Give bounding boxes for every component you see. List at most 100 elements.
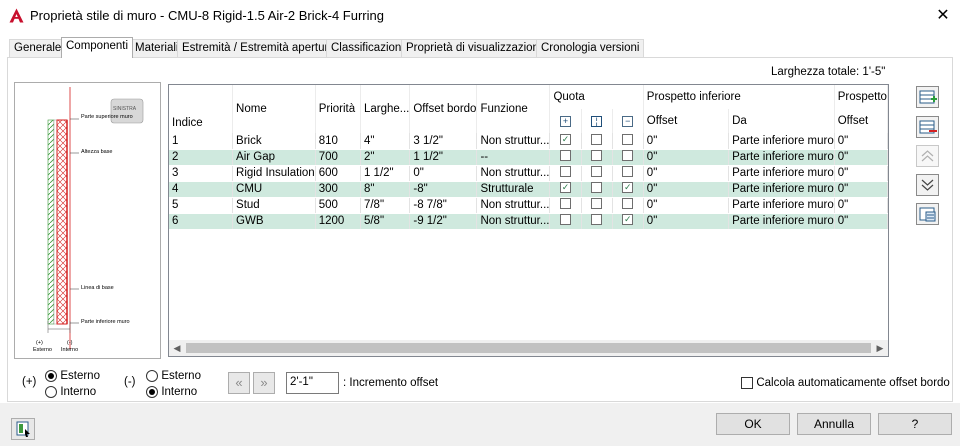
floor-line-button[interactable] xyxy=(11,418,35,440)
checkbox-unchecked-icon[interactable] xyxy=(622,150,634,162)
cell-index[interactable]: 1 xyxy=(169,133,234,150)
cell-dim-center[interactable] xyxy=(581,181,613,198)
cell-function[interactable]: Non struttur... xyxy=(476,165,551,182)
header-dim-exterior[interactable]: + xyxy=(549,109,582,133)
checkbox-unchecked-icon[interactable] xyxy=(591,150,603,162)
close-button[interactable]: ✕ xyxy=(928,2,958,30)
checkbox-unchecked-icon[interactable] xyxy=(622,198,634,210)
auto-offset-checkbox[interactable]: Calcola automaticamente offset bordo xyxy=(741,375,950,389)
cell-dim-exterior[interactable] xyxy=(549,213,582,230)
cell-dim-center[interactable] xyxy=(581,165,613,182)
cell-dim-interior[interactable] xyxy=(612,133,644,150)
cell-bottom-from[interactable]: Parte inferiore muro xyxy=(728,133,835,150)
cell-bottom-from[interactable]: Parte inferiore muro xyxy=(728,197,835,214)
table-row[interactable]: 6 GWB 1200 5/8" -9 1/2" Non struttur... ✓ 0" Par… xyxy=(169,213,888,230)
help-button[interactable]: ? xyxy=(878,413,952,435)
cell-function[interactable]: -- xyxy=(476,149,551,166)
cell-dim-center[interactable] xyxy=(581,133,613,150)
cell-width[interactable]: 7/8" xyxy=(360,197,411,214)
cell-index[interactable]: 6 xyxy=(169,213,234,230)
cell-priority[interactable]: 500 xyxy=(315,197,361,214)
cell-dim-exterior[interactable]: ✓ xyxy=(549,133,582,150)
cell-dim-interior[interactable] xyxy=(612,197,644,214)
cell-dim-center[interactable] xyxy=(581,197,613,214)
cell-dim-interior[interactable]: ✓ xyxy=(612,181,644,198)
cell-priority[interactable]: 300 xyxy=(315,181,361,198)
cell-top-offset[interactable]: 0" xyxy=(834,213,888,230)
checkbox-checked-icon[interactable]: ✓ xyxy=(560,134,572,146)
cell-width[interactable]: 2" xyxy=(360,149,411,166)
cell-dim-center[interactable] xyxy=(581,213,613,230)
cell-bottom-offset[interactable]: 0" xyxy=(643,165,730,182)
add-component-button[interactable] xyxy=(916,86,939,108)
cell-index[interactable]: 3 xyxy=(169,165,234,182)
table-row[interactable]: 4 CMU 300 8" -8" Strutturale ✓ ✓ 0" Parte inferio… xyxy=(169,181,888,198)
cell-bottom-offset[interactable]: 0" xyxy=(643,133,730,150)
checkbox-unchecked-icon[interactable] xyxy=(560,166,572,178)
cell-index[interactable]: 5 xyxy=(169,197,234,214)
cell-top-offset[interactable]: 0" xyxy=(834,133,888,150)
header-index[interactable]: Indice xyxy=(169,85,234,133)
header-width[interactable]: Larghe... xyxy=(360,85,411,133)
cell-dim-interior[interactable] xyxy=(612,165,644,182)
header-name[interactable]: Nome xyxy=(232,85,316,133)
header-bottom-from[interactable]: Da xyxy=(728,109,835,133)
checkbox-unchecked-icon[interactable] xyxy=(591,182,603,194)
checkbox-unchecked-icon[interactable] xyxy=(560,150,572,162)
move-down-button[interactable] xyxy=(916,174,939,196)
checkbox-unchecked-icon[interactable] xyxy=(591,214,603,226)
scrollbar-thumb[interactable] xyxy=(186,343,871,353)
cell-bottom-offset[interactable]: 0" xyxy=(643,149,730,166)
left-radio-interno[interactable]: Interno xyxy=(45,384,96,398)
cell-bottom-offset[interactable]: 0" xyxy=(643,213,730,230)
table-row[interactable]: 2 Air Gap 700 2" 1 1/2" -- 0" Parte inferiore m… xyxy=(169,149,888,166)
header-top-elevation[interactable]: Prospetto xyxy=(834,85,888,109)
cell-name[interactable]: GWB xyxy=(232,213,316,230)
cell-edge-offset[interactable]: -8 7/8" xyxy=(409,197,478,214)
tab-materiali[interactable]: Materiali xyxy=(130,39,184,57)
cell-bottom-offset[interactable]: 0" xyxy=(643,197,730,214)
checkbox-unchecked-icon[interactable] xyxy=(591,166,603,178)
cell-dim-exterior[interactable] xyxy=(549,197,582,214)
header-edge-offset[interactable]: Offset bordo xyxy=(409,85,478,133)
cell-function[interactable]: Non struttur... xyxy=(476,213,551,230)
decrement-offset-button[interactable]: « xyxy=(228,372,250,394)
cell-bottom-from[interactable]: Parte inferiore muro xyxy=(728,149,835,166)
cell-name[interactable]: Brick xyxy=(232,133,316,150)
scroll-left-icon[interactable]: ◀ xyxy=(169,340,185,356)
cell-dim-center[interactable] xyxy=(581,149,613,166)
move-up-button[interactable] xyxy=(916,145,939,167)
checkbox-unchecked-icon[interactable] xyxy=(622,166,634,178)
table-row[interactable]: 3 Rigid Insulation 600 1 1/2" 0" Non struttur… xyxy=(169,165,888,182)
components-grid[interactable]: Indice Nome Priorità Larghe... Offset bo… xyxy=(168,84,889,357)
table-row[interactable]: 5 Stud 500 7/8" -8 7/8" Non struttur... 0" Part… xyxy=(169,197,888,214)
cell-width[interactable]: 8" xyxy=(360,181,411,198)
header-bottom-offset[interactable]: Offset xyxy=(643,109,730,133)
header-dim-interior[interactable]: − xyxy=(612,109,644,133)
cell-priority[interactable]: 810 xyxy=(315,133,361,150)
cell-edge-offset[interactable]: 0" xyxy=(409,165,478,182)
cell-bottom-offset[interactable]: 0" xyxy=(643,181,730,198)
cell-function[interactable]: Strutturale xyxy=(476,181,551,198)
cell-dim-exterior[interactable] xyxy=(549,165,582,182)
header-function[interactable]: Funzione xyxy=(476,85,551,133)
cell-top-offset[interactable]: 0" xyxy=(834,149,888,166)
cell-width[interactable]: 1 1/2" xyxy=(360,165,411,182)
cell-dim-interior[interactable]: ✓ xyxy=(612,213,644,230)
cell-bottom-from[interactable]: Parte inferiore muro xyxy=(728,213,835,230)
cell-name[interactable]: Rigid Insulation xyxy=(232,165,316,182)
checkbox-checked-icon[interactable]: ✓ xyxy=(622,182,634,194)
cell-index[interactable]: 4 xyxy=(169,181,234,198)
tab-componenti[interactable]: Componenti xyxy=(61,37,134,58)
checkbox-unchecked-icon[interactable] xyxy=(560,198,572,210)
header-bottom-elevation[interactable]: Prospetto inferiore xyxy=(643,85,835,109)
cell-edge-offset[interactable]: -8" xyxy=(409,181,478,198)
cell-name[interactable]: CMU xyxy=(232,181,316,198)
cell-top-offset[interactable]: 0" xyxy=(834,165,888,182)
tab-proprieta-visualizzazione[interactable]: Proprietà di visualizzazione xyxy=(401,39,551,57)
cell-dim-exterior[interactable]: ✓ xyxy=(549,181,582,198)
header-priority[interactable]: Priorità xyxy=(315,85,361,133)
cell-priority[interactable]: 1200 xyxy=(315,213,361,230)
increment-offset-button[interactable]: » xyxy=(253,372,275,394)
header-top-offset[interactable]: Offset xyxy=(834,109,888,133)
